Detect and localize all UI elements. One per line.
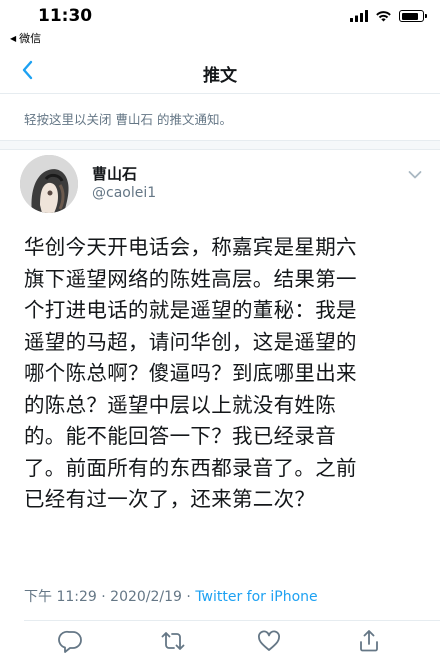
tweet-text-line: 的。能不能回答一下？我已经录音	[24, 424, 336, 448]
tweet-time: 下午 11:29	[24, 589, 97, 605]
tweet-text-line: 个打进电话的就是遥望的董秘：我是	[24, 298, 357, 322]
share-icon[interactable]	[356, 628, 382, 654]
back-app-label: 微信	[19, 32, 42, 45]
tweet-text-line: 了。前面所有的东西都录音了。之前	[24, 455, 357, 480]
status-time: 11:30	[38, 6, 93, 26]
reply-icon[interactable]	[58, 628, 84, 654]
tweet-text: 华创今天开电话会，称嘉宾是星期六 旗下遥望网络的陈姓高层。结果第一 个打进电话的…	[24, 232, 424, 516]
tweet-source-link[interactable]: Twitter for iPhone	[195, 589, 317, 605]
status-icons	[350, 10, 427, 22]
back-to-app-link[interactable]: ◀ 微信	[10, 30, 41, 46]
tweet-text-line: 已经有过一次了，还来第二次？	[24, 487, 316, 511]
tweet-text-line: 哪个陈总啊？傻逼吗？到底哪里出来	[24, 361, 357, 385]
tweet-actions	[0, 628, 440, 658]
meta-separator: ·	[96, 589, 111, 605]
notification-notice[interactable]: 轻按这里以关闭 曹山石 的推文通知。	[24, 109, 232, 128]
back-triangle-icon: ◀	[10, 33, 17, 43]
heart-icon[interactable]	[256, 628, 282, 654]
tweet-text-line: 遥望的马超，请问华创，这是遥望的	[24, 329, 357, 354]
tweet-text-line: 旗下遥望网络的陈姓高层。结果第一	[24, 266, 357, 291]
tweet-date: 2020/2/19	[110, 589, 182, 605]
status-bar: 11:30 ◀ 微信	[0, 0, 440, 48]
battery-icon	[399, 10, 427, 22]
divider	[24, 620, 440, 621]
page-title: 推文	[203, 66, 237, 86]
battery-fill	[401, 12, 418, 20]
avatar-image	[20, 155, 78, 213]
nav-bar: 推文	[0, 50, 440, 94]
retweet-icon[interactable]	[160, 628, 186, 654]
wifi-icon	[376, 11, 391, 22]
avatar[interactable]	[20, 155, 78, 213]
meta-separator: ·	[181, 589, 196, 605]
author-name[interactable]: 曹山石	[92, 163, 137, 184]
tweet-meta: 下午 11:29 · 2020/2/19 · Twitter for iPhon…	[24, 586, 318, 606]
chevron-down-icon[interactable]	[408, 170, 422, 180]
author-handle[interactable]: @caolei1	[92, 185, 156, 201]
signal-icon	[350, 10, 368, 22]
tweet-text-line: 华创今天开电话会，称嘉宾是星期六	[24, 235, 357, 259]
tweet-text-line: 的陈总？遥望中层以上就没有姓陈	[24, 392, 336, 417]
section-divider	[0, 140, 440, 150]
